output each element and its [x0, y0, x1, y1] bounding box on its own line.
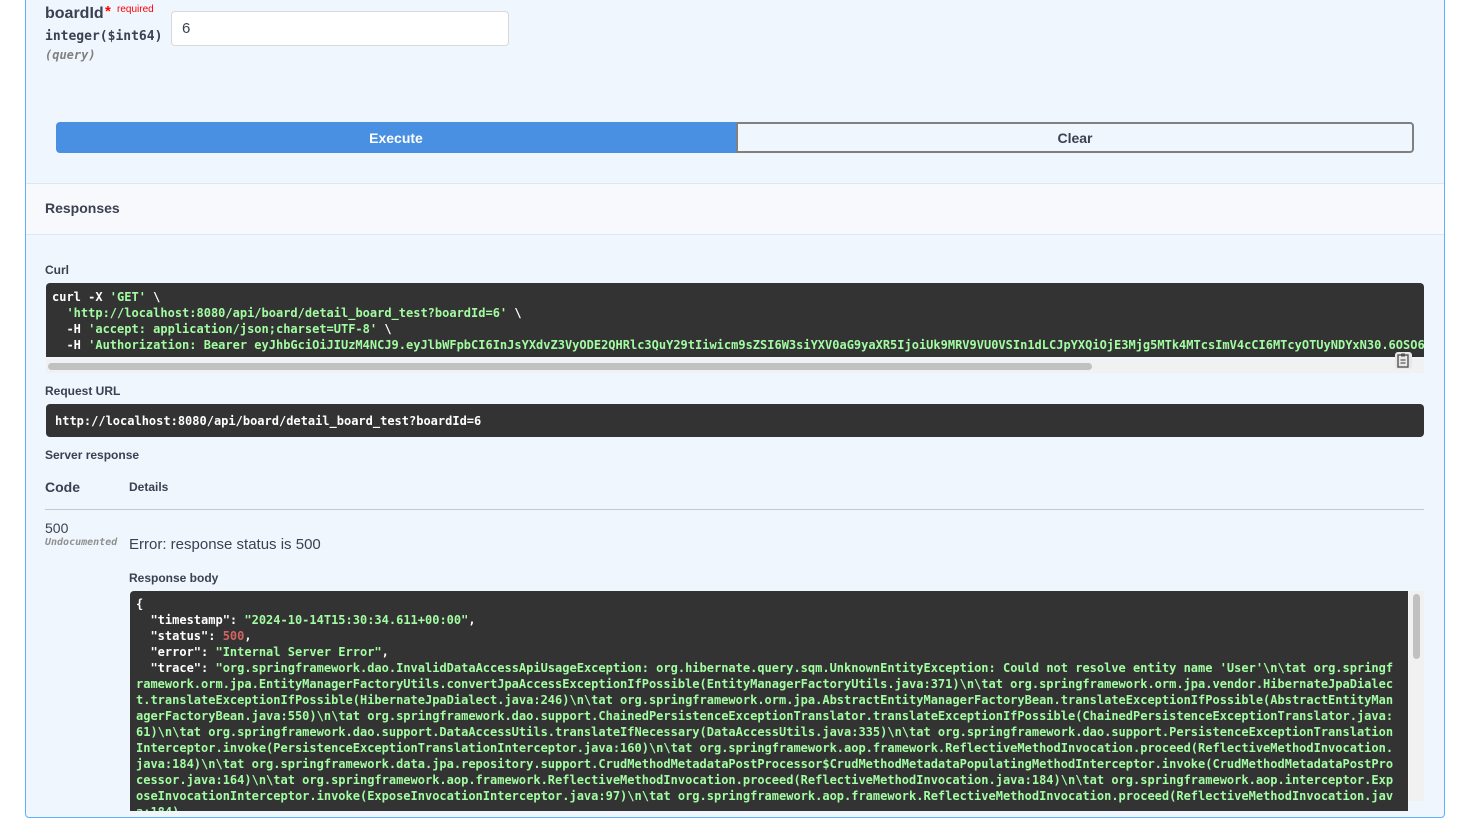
curl-line: 'http://localhost:8080/api/board/detail_…	[66, 306, 522, 320]
curl-code-block[interactable]: curl -X 'GET' \ 'http://localhost:8080/a…	[46, 283, 1424, 357]
clipboard-copy-icon[interactable]	[1395, 352, 1412, 369]
request-url: http://localhost:8080/api/board/detail_b…	[55, 414, 482, 428]
parameter-location: (query)	[45, 48, 96, 62]
undocumented-label: Undocumented	[45, 537, 118, 548]
curl-label: Curl	[45, 263, 69, 277]
parameter-name: boardId	[45, 5, 104, 22]
scrollbar-thumb[interactable]	[1413, 594, 1420, 659]
scrollbar-thumb[interactable]	[48, 363, 1092, 370]
response-body-text: { "timestamp": "2024-10-14T15:30:34.611+…	[136, 597, 1394, 811]
table-divider	[45, 509, 1424, 510]
error-message: Error: response status is 500	[129, 536, 321, 553]
code-column-header: Code	[45, 479, 80, 495]
curl-line: -H 'accept: application/json;charset=UTF…	[52, 322, 392, 336]
response-body-vertical-scrollbar[interactable]	[1409, 591, 1424, 801]
responses-header	[26, 183, 1444, 235]
responses-title: Responses	[45, 200, 120, 216]
required-star: *	[105, 3, 111, 20]
curl-horizontal-scrollbar[interactable]	[46, 359, 1424, 373]
curl-line: curl -X 'GET' \	[52, 290, 161, 304]
request-url-box: http://localhost:8080/api/board/detail_b…	[46, 404, 1424, 437]
clear-button[interactable]: Clear	[736, 122, 1414, 153]
parameter-type: integer($int64)	[45, 29, 163, 44]
response-body-code-block[interactable]: { "timestamp": "2024-10-14T15:30:34.611+…	[130, 591, 1408, 811]
request-url-label: Request URL	[45, 384, 121, 398]
server-response-label: Server response	[45, 448, 140, 462]
response-code: 500	[45, 520, 69, 536]
required-label: required	[117, 4, 154, 15]
execute-button[interactable]: Execute	[56, 122, 736, 153]
response-body-label: Response body	[129, 571, 219, 585]
details-column-header: Details	[129, 480, 169, 494]
boardid-input[interactable]	[171, 11, 509, 46]
curl-line: -H 'Authorization: Bearer eyJhbGciOiJIUz…	[52, 338, 1424, 352]
